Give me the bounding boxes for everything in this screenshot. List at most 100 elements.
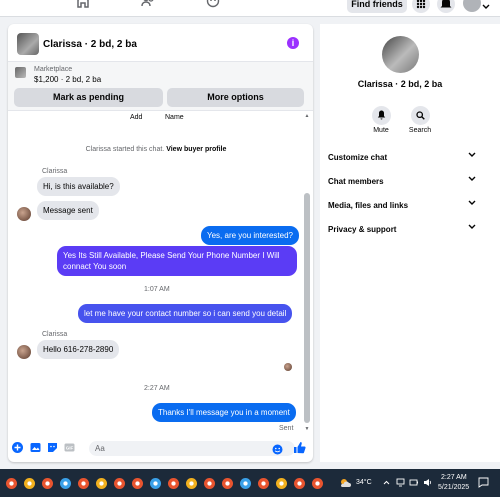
bell-icon — [440, 0, 452, 8]
menu-button[interactable] — [412, 0, 430, 13]
outgoing-message[interactable]: let me have your contact number so i can… — [78, 304, 293, 323]
sender-name: Clarissa — [42, 331, 68, 338]
chevron-up-icon[interactable] — [383, 480, 390, 485]
taskbar-app-icon[interactable] — [312, 478, 323, 489]
plus-circle-icon[interactable] — [12, 442, 23, 453]
taskbar-app-icon[interactable] — [240, 478, 251, 489]
message-list: Add Name Clarissa started this chat. Vie… — [8, 111, 313, 434]
search-label: Search — [408, 127, 432, 134]
message-input[interactable]: Aa — [89, 441, 295, 456]
taskbar-app-icon[interactable] — [78, 478, 89, 489]
taskbar-app-icon[interactable] — [114, 478, 125, 489]
taskbar-app-icon[interactable] — [168, 478, 179, 489]
taskbar-app-icon[interactable] — [258, 478, 269, 489]
taskbar-app-icon[interactable] — [276, 478, 287, 489]
account-avatar[interactable] — [463, 0, 481, 12]
taskbar-app-icon[interactable] — [42, 478, 53, 489]
search-icon — [415, 111, 425, 120]
section-media-files-links[interactable]: Media, files and links — [328, 200, 476, 210]
taskbar-app-icon[interactable] — [204, 478, 215, 489]
mute-action[interactable]: Mute — [361, 106, 401, 134]
search-action[interactable]: Search — [400, 106, 440, 134]
seen-indicator-avatar — [284, 363, 292, 371]
section-privacy-support[interactable]: Privacy & support — [328, 224, 476, 234]
taskbar-app-icon[interactable] — [222, 478, 233, 489]
message-timestamp: 1:07 AM — [144, 286, 170, 293]
battery-icon[interactable] — [409, 478, 419, 487]
composer: GIF Aa — [8, 434, 313, 462]
contact-avatar[interactable] — [17, 207, 31, 221]
home-icon[interactable] — [76, 0, 90, 8]
outgoing-message[interactable]: Thanks I'll message you in a moment — [152, 403, 296, 422]
taskbar-app-icon[interactable] — [6, 478, 17, 489]
section-customize-chat[interactable]: Customize chat — [328, 152, 476, 162]
scroll-down-icon[interactable]: ▼ — [304, 426, 310, 432]
taskbar-app-icon[interactable] — [96, 478, 107, 489]
listing-banner: Marketplace $1,200 · 2 bd, 2 ba Mark as … — [8, 62, 313, 111]
chevron-down-icon[interactable] — [482, 4, 490, 10]
taskbar-app-icon[interactable] — [24, 478, 35, 489]
taskbar-app-icon[interactable] — [60, 478, 71, 489]
sticker-icon[interactable] — [47, 442, 58, 453]
taskbar-app-icon[interactable] — [132, 478, 143, 489]
listing-category: Marketplace — [34, 66, 73, 73]
incoming-message[interactable]: Message sent — [37, 201, 99, 220]
notifications-button[interactable] — [437, 0, 455, 13]
chevron-down-icon — [468, 152, 476, 157]
sent-status: Sent — [279, 425, 294, 432]
incoming-message[interactable]: Hello 616-278-2890 — [37, 340, 120, 359]
gif-icon[interactable]: GIF — [64, 442, 75, 453]
listing-avatar[interactable] — [17, 33, 39, 55]
grid-menu-icon — [416, 0, 426, 9]
clock-time[interactable]: 2:27 AM — [441, 474, 467, 481]
chat-title[interactable]: Clarissa · 2 bd, 2 ba — [43, 39, 137, 50]
listing-thumbnail[interactable] — [15, 67, 26, 78]
outgoing-message[interactable]: Yes Its Still Available, Please Send You… — [57, 246, 297, 276]
cropped-label-add: Add — [130, 114, 143, 121]
section-label: Chat members — [328, 177, 384, 186]
taskbar-app-icon[interactable] — [294, 478, 305, 489]
chat-panel: Clarissa · 2 bd, 2 ba i Marketplace $1,2… — [8, 24, 313, 462]
outgoing-message[interactable]: Yes, are you interested? — [201, 226, 299, 245]
message-timestamp: 2:27 AM — [144, 385, 170, 392]
scroll-thumb[interactable] — [304, 193, 310, 423]
taskbar-app-icon[interactable] — [186, 478, 197, 489]
chat-header: Clarissa · 2 bd, 2 ba i — [8, 24, 313, 62]
top-navigation: Find friends — [0, 0, 500, 17]
mute-label: Mute — [373, 127, 389, 134]
section-label: Media, files and links — [328, 201, 409, 210]
listing-price: $1,200 · 2 bd, 2 ba — [34, 75, 102, 84]
sender-name: Clarissa — [42, 168, 68, 175]
bell-icon — [377, 110, 385, 120]
svg-text:GIF: GIF — [66, 445, 74, 450]
scroll-up-icon[interactable]: ▲ — [304, 113, 310, 119]
incoming-message[interactable]: Hi, is this available? — [37, 177, 120, 196]
chevron-down-icon — [468, 200, 476, 205]
temperature-label[interactable]: 34°C — [356, 479, 372, 486]
find-friends-button[interactable]: Find friends — [347, 0, 407, 13]
taskbar-app-icon[interactable] — [150, 478, 161, 489]
friends-icon[interactable] — [141, 0, 155, 8]
mark-as-pending-button[interactable]: Mark as pending — [14, 88, 163, 107]
emoji-icon[interactable] — [272, 444, 283, 455]
more-options-button[interactable]: More options — [167, 88, 304, 107]
volume-icon[interactable] — [423, 478, 433, 487]
message-scrollbar[interactable]: ▲ ▼ — [304, 113, 310, 432]
view-buyer-profile-link[interactable]: View buyer profile — [166, 146, 226, 153]
clock-date[interactable]: 5/21/2025 — [438, 484, 469, 491]
profile-avatar[interactable] — [382, 36, 419, 73]
weather-icon[interactable] — [339, 477, 352, 489]
section-chat-members[interactable]: Chat members — [328, 176, 476, 186]
like-icon[interactable] — [293, 441, 306, 454]
chevron-down-icon — [468, 224, 476, 229]
contact-avatar[interactable] — [17, 345, 31, 359]
network-icon[interactable] — [396, 478, 405, 487]
gaming-icon[interactable] — [206, 0, 220, 8]
info-icon[interactable]: i — [287, 37, 299, 49]
system-note: Clarissa started this chat. View buyer p… — [8, 146, 304, 153]
notification-center-icon[interactable] — [478, 477, 489, 488]
mute-button[interactable] — [371, 106, 391, 125]
search-button[interactable] — [410, 106, 430, 125]
image-icon[interactable] — [30, 442, 41, 453]
profile-name: Clarissa · 2 bd, 2 ba — [357, 79, 443, 89]
